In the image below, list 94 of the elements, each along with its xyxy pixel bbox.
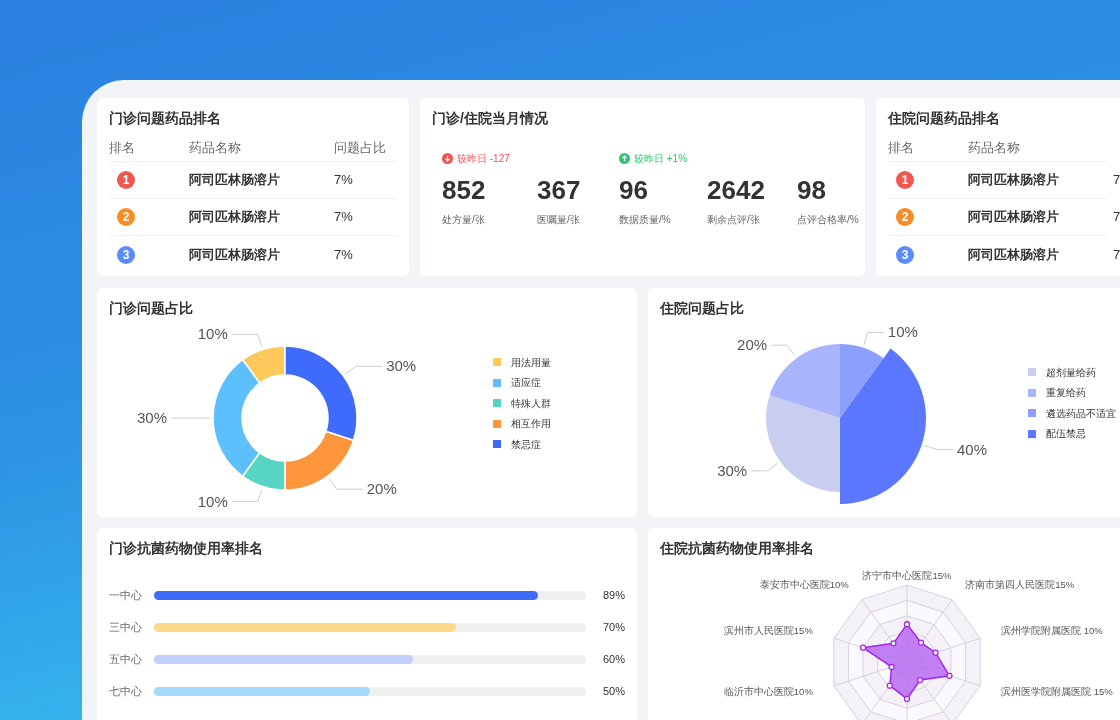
data-label: 20% bbox=[366, 480, 397, 498]
axis-label: 滨州学院附属医院 10% bbox=[1001, 624, 1103, 636]
change-text: 较昨日 +1% bbox=[634, 151, 688, 166]
stat-value: 367 bbox=[537, 174, 582, 207]
data-label: 40% bbox=[957, 440, 988, 458]
row-label: 一中心 bbox=[109, 587, 143, 603]
drug-name: 阿司匹林肠溶片 bbox=[189, 208, 281, 227]
rank-badge: 3 bbox=[117, 245, 135, 264]
leader-line bbox=[770, 344, 796, 357]
axis-label: 泰安市中心医院10% bbox=[759, 579, 849, 591]
radar-point bbox=[903, 621, 911, 628]
stat-label: 剩余点评/张 bbox=[707, 213, 761, 227]
radar-point bbox=[917, 639, 925, 646]
share-value: 7 bbox=[1113, 245, 1120, 264]
radar-point bbox=[917, 676, 924, 684]
percent-value: 70% bbox=[602, 619, 625, 635]
data-label: 30% bbox=[386, 357, 417, 375]
data-label: 10% bbox=[887, 323, 918, 341]
leader-line bbox=[750, 462, 779, 472]
card-title: 门诊问题药品排名 bbox=[109, 109, 222, 128]
arrow-up-icon bbox=[619, 152, 630, 164]
drug-name: 阿司匹林肠溶片 bbox=[968, 245, 1060, 264]
axis-label: 临沂市中心医院10% bbox=[723, 686, 813, 698]
stat-label: 医嘱量/张 bbox=[537, 213, 581, 227]
radar-point bbox=[888, 663, 895, 671]
drug-name: 阿司匹林肠溶片 bbox=[968, 208, 1060, 227]
share-value: 7% bbox=[334, 171, 354, 190]
data-label: 10% bbox=[197, 492, 228, 507]
drug-name: 阿司匹林肠溶片 bbox=[189, 171, 281, 190]
legend-label: 禁忌症 bbox=[511, 437, 541, 452]
leader-line bbox=[863, 331, 885, 346]
leader-line bbox=[924, 445, 954, 450]
drug-name: 阿司匹林肠溶片 bbox=[968, 171, 1060, 190]
radar-point bbox=[859, 644, 867, 651]
column-header: 药品名称 bbox=[189, 138, 242, 157]
data-label: 30% bbox=[717, 461, 748, 479]
axis-label: 济宁市中心医院15% bbox=[862, 569, 952, 581]
radar-point bbox=[903, 695, 911, 703]
card-title: 门诊抗菌药物使用率排名 bbox=[109, 539, 264, 558]
percent-value: 60% bbox=[602, 651, 625, 667]
card-title: 住院问题药品排名 bbox=[888, 109, 1001, 128]
axis-label: 济南市第四人民医院15% bbox=[965, 579, 1075, 591]
leader-line bbox=[345, 365, 383, 375]
legend-label: 适应症 bbox=[511, 376, 541, 391]
column-header: 排名 bbox=[888, 138, 915, 157]
stat-label: 数据质量/% bbox=[619, 213, 672, 227]
card-title: 住院问题占比 bbox=[660, 299, 745, 318]
stat-value: 96 bbox=[619, 174, 649, 207]
radar-point bbox=[886, 682, 893, 689]
legend-label: 重复给药 bbox=[1046, 386, 1086, 401]
share-value: 7 bbox=[1113, 171, 1120, 190]
row-label: 三中心 bbox=[109, 619, 143, 635]
card-title: 住院抗菌药物使用率排名 bbox=[660, 539, 815, 558]
rank-badge: 2 bbox=[896, 208, 914, 226]
arrow-down-icon bbox=[442, 152, 453, 164]
share-value: 7% bbox=[334, 245, 354, 264]
stat-value: 852 bbox=[442, 174, 487, 207]
row-label: 五中心 bbox=[109, 651, 143, 667]
row-label: 七中心 bbox=[109, 683, 143, 699]
column-header: 排名 bbox=[109, 138, 136, 157]
leader-line bbox=[231, 333, 263, 348]
axis-label: 滨州市人民医院15% bbox=[723, 624, 813, 636]
legend-label: 配伍禁忌 bbox=[1046, 427, 1086, 442]
data-label: 10% bbox=[197, 325, 228, 343]
card-title: 门诊/住院当月情况 bbox=[432, 109, 549, 128]
drug-name: 阿司匹林肠溶片 bbox=[189, 245, 281, 264]
radar-point bbox=[890, 640, 897, 647]
stat-value: 2642 bbox=[707, 174, 766, 207]
change-text: 较昨日 -127 bbox=[457, 151, 510, 166]
stat-label: 处方量/张 bbox=[442, 213, 486, 227]
share-value: 7 bbox=[1113, 208, 1120, 227]
percent-value: 89% bbox=[602, 587, 625, 603]
stat-label: 点评合格率/% bbox=[797, 213, 860, 227]
radar-point bbox=[946, 672, 953, 679]
legend-label: 相互作用 bbox=[511, 417, 551, 432]
rank-badge: 3 bbox=[896, 245, 914, 264]
share-value: 7% bbox=[334, 208, 354, 227]
stat-value: 98 bbox=[797, 174, 827, 207]
leader-line bbox=[231, 488, 263, 503]
card-title: 门诊问题占比 bbox=[109, 299, 194, 318]
legend-label: 遴选药品不适宜 bbox=[1046, 406, 1116, 421]
legend-label: 特殊人群 bbox=[511, 396, 551, 411]
data-label: 20% bbox=[737, 336, 768, 354]
column-header: 问题占比 bbox=[334, 138, 384, 157]
rank-badge: 2 bbox=[117, 208, 135, 226]
rank-badge: 1 bbox=[117, 171, 135, 189]
column-header: 药品名称 bbox=[968, 138, 1021, 157]
leader-line bbox=[328, 478, 364, 490]
rank-badge: 1 bbox=[896, 171, 914, 189]
axis-label: 滨州医学院附属医院 15% bbox=[1001, 686, 1113, 698]
legend-label: 用法用量 bbox=[511, 355, 551, 370]
legend-label: 超剂量给药 bbox=[1046, 365, 1096, 380]
data-label: 30% bbox=[136, 409, 167, 426]
percent-value: 50% bbox=[602, 683, 625, 699]
